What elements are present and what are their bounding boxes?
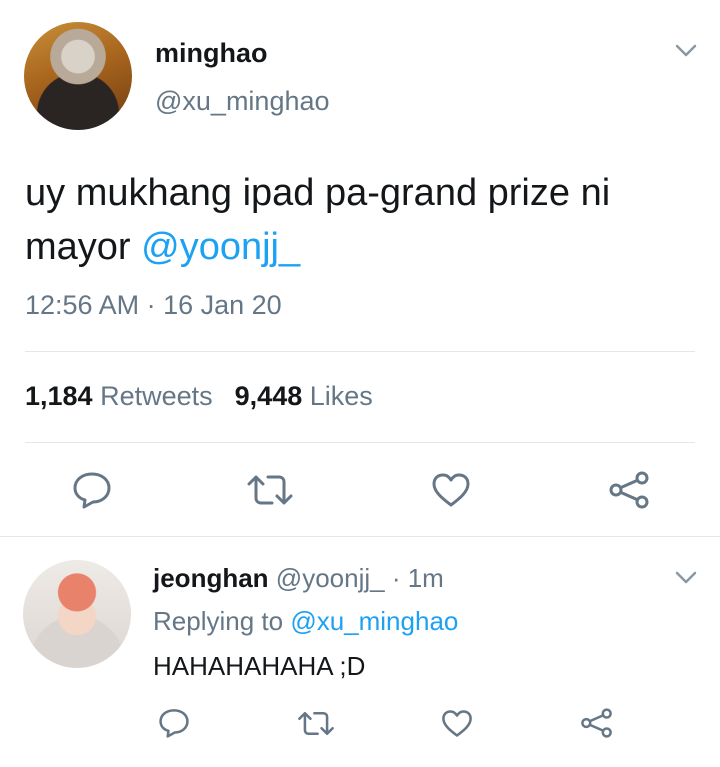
- like-button[interactable]: [439, 706, 475, 740]
- share-button[interactable]: [607, 470, 651, 510]
- retweet-button[interactable]: [245, 470, 295, 510]
- tweet-stats: 1,184 Retweets 9,448 Likes: [25, 381, 373, 412]
- avatar-minghao[interactable]: [24, 22, 132, 130]
- retweet-icon: [247, 475, 293, 505]
- reply-author-handle[interactable]: @yoonjj_: [276, 563, 385, 593]
- heart-icon: [432, 473, 470, 507]
- likes-label[interactable]: Likes: [310, 381, 373, 411]
- reply-author-name[interactable]: jeonghan: [153, 563, 269, 593]
- reply-bubble-icon: [159, 709, 189, 738]
- author-handle[interactable]: @xu_minghao: [155, 86, 330, 117]
- timestamp[interactable]: 12:56 AM · 16 Jan 20: [25, 290, 282, 321]
- chevron-down-icon[interactable]: [675, 571, 697, 585]
- divider: [25, 442, 695, 443]
- reply-button[interactable]: [156, 706, 192, 740]
- chevron-down-icon[interactable]: [675, 44, 697, 58]
- reply-header: jeonghan @yoonjj_ · 1m: [153, 563, 444, 594]
- divider: [25, 351, 695, 352]
- replying-to: Replying to @xu_minghao: [153, 606, 458, 637]
- author-name[interactable]: minghao: [155, 38, 268, 69]
- reply-separator: ·: [384, 563, 408, 593]
- reply-text: HAHAHAHAHA ;D: [153, 651, 366, 681]
- reply-button[interactable]: [70, 470, 114, 510]
- reply-time[interactable]: 1m: [408, 563, 444, 593]
- section-divider: [0, 536, 720, 537]
- retweet-button[interactable]: [296, 706, 336, 740]
- tweet-text: uy mukhang ipad pa-grand prize ni mayor …: [25, 166, 705, 274]
- like-button[interactable]: [430, 470, 472, 510]
- share-button[interactable]: [578, 706, 614, 740]
- tweet-body: uy mukhang ipad pa-grand prize ni mayor: [25, 172, 611, 268]
- share-icon: [609, 471, 649, 509]
- likes-count[interactable]: 9,448: [235, 381, 303, 411]
- replying-to-label: Replying to: [153, 606, 291, 636]
- replying-to-handle[interactable]: @xu_minghao: [290, 606, 458, 636]
- retweet-icon: [298, 711, 334, 735]
- mention-link[interactable]: @yoonjj_: [141, 226, 300, 268]
- reply-bubble-icon: [73, 472, 111, 509]
- retweets-count[interactable]: 1,184: [25, 381, 93, 411]
- retweets-label[interactable]: Retweets: [100, 381, 213, 411]
- share-icon: [580, 708, 612, 738]
- heart-icon: [442, 709, 472, 737]
- avatar-jeonghan[interactable]: [23, 560, 131, 668]
